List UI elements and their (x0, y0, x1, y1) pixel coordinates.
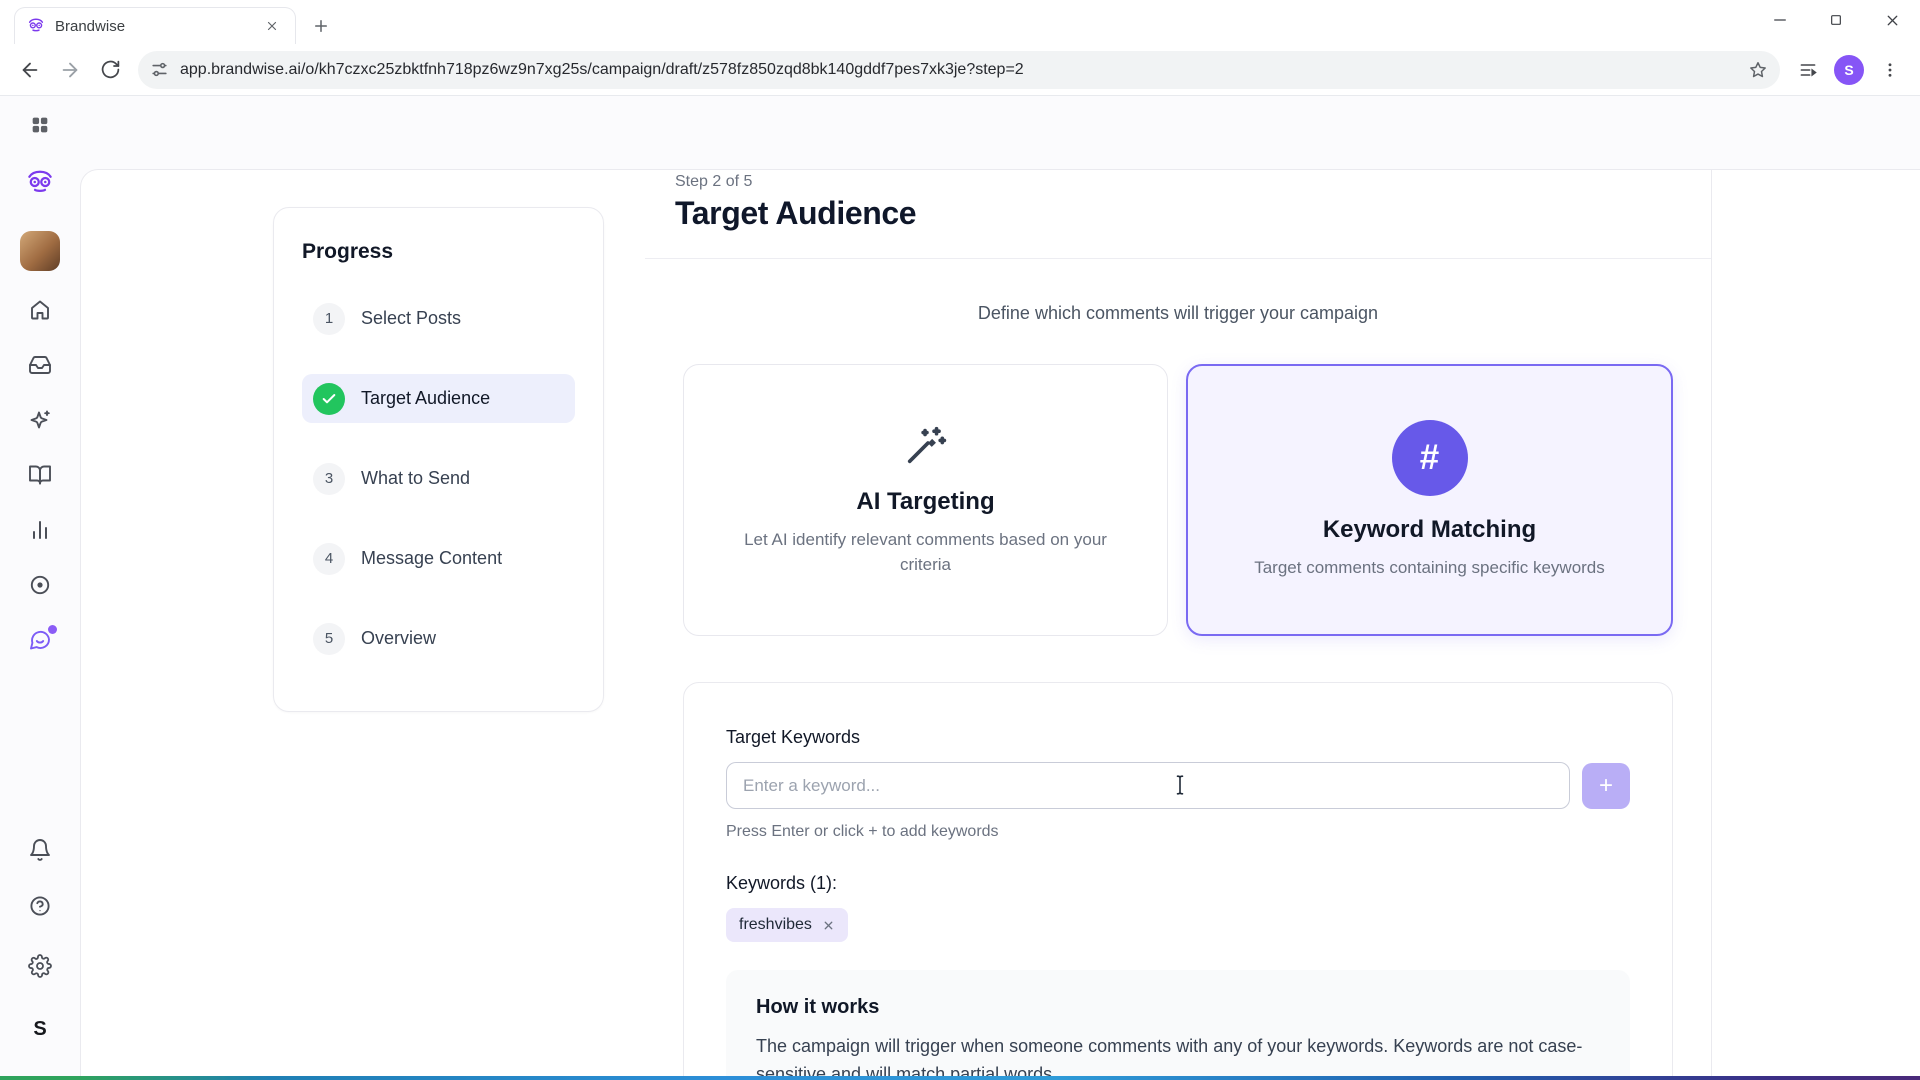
step-indicator: Step 2 of 5 (675, 173, 753, 190)
option-ai-targeting[interactable]: AI Targeting Let AI identify relevant co… (683, 364, 1168, 636)
home-icon[interactable] (28, 298, 52, 322)
forward-icon[interactable] (50, 50, 90, 90)
progress-title: Progress (302, 240, 394, 263)
apps-grid-icon[interactable] (29, 114, 51, 136)
new-tab-icon[interactable] (308, 13, 334, 39)
step-label: Target Audience (361, 388, 491, 408)
settings-gear-icon[interactable] (28, 954, 52, 978)
progress-step-overview[interactable]: 5 Overview (302, 614, 575, 663)
how-it-works-title: How it works (756, 996, 880, 1018)
brandwise-favicon-icon (27, 17, 45, 35)
keywords-count-label: Keywords (1): (726, 873, 838, 893)
app-window: S Progress 1 Select Posts Target Audienc… (0, 96, 1920, 1080)
left-rail: S (0, 96, 80, 1080)
library-book-icon[interactable] (28, 463, 52, 487)
window-close-icon[interactable] (1864, 0, 1920, 40)
keyword-chip-text: freshvibes (739, 916, 812, 933)
window-minimize-icon[interactable] (1752, 0, 1808, 40)
browser-toolbar: app.brandwise.ai/o/kh7czxc25zbktfnh718pz… (0, 44, 1920, 96)
wand-sparkles-icon (903, 422, 949, 468)
how-it-works-text: The campaign will trigger when someone c… (756, 1036, 1583, 1080)
main-content-card: Progress 1 Select Posts Target Audience … (80, 169, 1920, 1080)
option-title: AI Targeting (856, 488, 995, 516)
step-label: Message Content (361, 548, 503, 568)
reload-icon[interactable] (90, 50, 130, 90)
engage-chat-icon[interactable] (28, 625, 57, 652)
hash-icon: # (1391, 419, 1468, 496)
step-content-column: Step 2 of 5 Target Audience Define which… (645, 170, 1712, 1080)
help-icon[interactable] (28, 894, 52, 918)
remove-keyword-icon[interactable] (822, 919, 835, 932)
notification-dot (48, 625, 57, 634)
add-keyword-button[interactable]: + (1582, 762, 1630, 809)
browser-menu-icon[interactable] (1870, 50, 1910, 90)
step-label: What to Send (361, 468, 471, 488)
targeting-disc-icon[interactable] (28, 573, 52, 597)
analytics-icon[interactable] (28, 518, 52, 542)
inbox-icon[interactable] (28, 353, 52, 377)
targeting-options: AI Targeting Let AI identify relevant co… (683, 364, 1673, 636)
taskbar-edge (0, 1076, 1920, 1080)
ai-sparkles-icon[interactable] (28, 408, 52, 432)
back-icon[interactable] (10, 50, 50, 90)
step-number: 1 (313, 302, 345, 335)
step-label: Overview (361, 628, 437, 648)
step-number: 4 (313, 542, 345, 575)
progress-step-message-content[interactable]: 4 Message Content (302, 534, 575, 583)
target-keywords-label: Target Keywords (726, 727, 861, 747)
browser-tab[interactable]: Brandwise (14, 7, 296, 44)
url-bar[interactable]: app.brandwise.ai/o/kh7czxc25zbktfnh718pz… (138, 50, 1780, 89)
step-header: Step 2 of 5 Target Audience (645, 170, 1711, 259)
option-description: Let AI identify relevant comments based … (744, 530, 1107, 574)
progress-step-select-posts[interactable]: 1 Select Posts (302, 294, 575, 343)
check-icon (313, 382, 345, 415)
progress-card: Progress 1 Select Posts Target Audience … (273, 207, 604, 712)
side-panel-icon[interactable] (1788, 50, 1828, 90)
rail-profile-initial[interactable]: S (25, 1014, 55, 1044)
keyword-hint: Press Enter or click + to add keywords (726, 823, 999, 840)
browser-tabstrip: Brandwise (0, 0, 1920, 44)
keyword-chip: freshvibes (726, 908, 848, 942)
page-title: Target Audience (675, 195, 917, 231)
keyword-input[interactable] (726, 762, 1570, 809)
window-controls (1752, 0, 1920, 40)
window-maximize-icon[interactable] (1808, 0, 1864, 40)
url-text[interactable]: app.brandwise.ai/o/kh7czxc25zbktfnh718pz… (180, 61, 1737, 79)
brandwise-logo-icon[interactable] (23, 168, 57, 198)
step-label: Select Posts (361, 308, 462, 328)
option-description: Target comments containing specific keyw… (1254, 557, 1605, 577)
option-keyword-matching[interactable]: # Keyword Matching Target comments conta… (1186, 364, 1673, 636)
keywords-panel: Target Keywords + Press Enter or click +… (683, 682, 1673, 1080)
tab-close-icon[interactable] (259, 13, 285, 39)
step-subtitle: Define which comments will trigger your … (977, 303, 1379, 323)
how-it-works-box: How it works The campaign will trigger w… (726, 970, 1630, 1080)
progress-step-target-audience[interactable]: Target Audience (302, 374, 575, 423)
browser-profile-avatar[interactable]: S (1834, 54, 1864, 85)
progress-step-what-to-send[interactable]: 3 What to Send (302, 454, 575, 503)
bookmark-star-icon[interactable] (1748, 60, 1768, 80)
workspace-avatar[interactable] (20, 231, 60, 271)
site-info-icon[interactable] (150, 60, 169, 79)
notifications-bell-icon[interactable] (28, 838, 52, 862)
option-title: Keyword Matching (1322, 515, 1537, 543)
step-number: 3 (313, 462, 345, 495)
step-number: 5 (313, 622, 345, 655)
tab-title: Brandwise (55, 17, 126, 35)
